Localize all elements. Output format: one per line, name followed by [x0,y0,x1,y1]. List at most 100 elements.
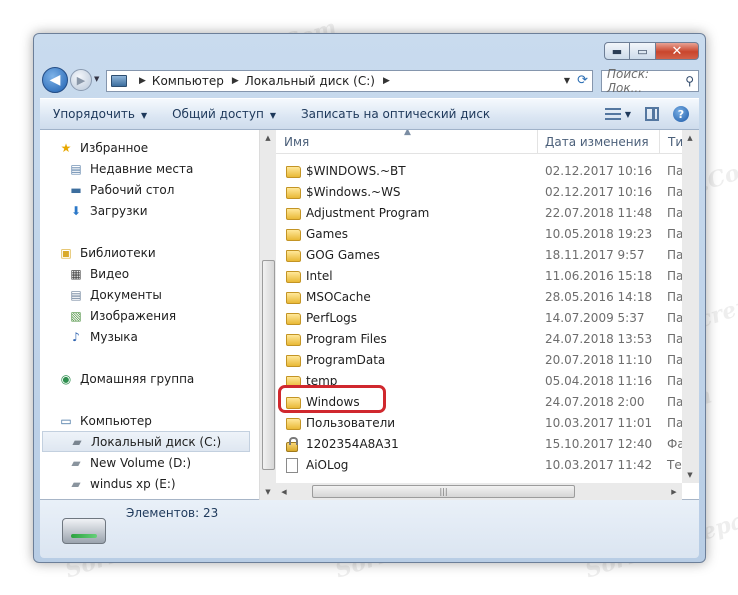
file-icon [286,458,298,473]
share-label: Общий доступ [172,107,264,121]
nav-item[interactable]: ▭ Компьютер [40,410,260,431]
nav-item[interactable]: ▤ Документы [40,284,260,305]
details-pane: Элементов: 23 [40,500,699,558]
search-icon[interactable]: ⚲ [685,74,694,88]
view-dropdown-icon[interactable]: ▼ [625,110,631,119]
nav-item-label: Домашняя группа [80,371,195,386]
address-bar[interactable]: ▶ Компьютер ▶ Локальный диск (C:) ▶ ▼ ⟳ [106,70,593,92]
maximize-icon: ▭ [637,44,648,58]
file-row[interactable]: Пользователи 10.03.2017 11:01 Па [276,413,699,434]
scroll-left-icon[interactable]: ◀ [276,484,292,500]
nav-item-label: Рабочий стол [90,182,175,197]
file-name: Пользователи [306,416,396,430]
nav-item[interactable]: ⬇ Загрузки [40,200,260,221]
close-button[interactable]: ✕ [656,42,699,60]
nav-item[interactable]: ★ Избранное [40,137,260,158]
file-row[interactable]: 1202354A8A31 15.10.2017 12:40 Фа [276,434,699,455]
file-row[interactable]: Intel 11.06.2016 15:18 Па [276,266,699,287]
column-header-date[interactable]: Дата изменения [537,130,659,154]
file-row[interactable]: GOG Games 18.11.2017 9:57 Па [276,245,699,266]
nav-item[interactable]: ▦ Видео [40,263,260,284]
file-row[interactable]: Games 10.05.2018 19:23 Па [276,224,699,245]
nav-item[interactable]: ▤ Недавние места [40,158,260,179]
scroll-up-icon[interactable]: ▲ [260,130,276,146]
lock-icon [286,437,298,452]
search-input[interactable]: Поиск: Лок... ⚲ [601,67,699,95]
nav-item[interactable]: ◉ Домашняя группа [40,368,260,389]
file-list-vertical-scrollbar[interactable]: ▲ ▼ [682,130,699,483]
file-row[interactable]: AiOLog 10.03.2017 11:42 Те [276,455,699,476]
scroll-down-icon[interactable]: ▼ [682,467,698,483]
nav-item[interactable]: ▧ Изображения [40,305,260,326]
file-row[interactable]: $WINDOWS.~BT 02.12.2017 10:16 Па [276,161,699,182]
help-icon[interactable]: ? [673,106,689,122]
file-row[interactable]: ProgramData 20.07.2018 11:10 Па [276,350,699,371]
nav-item[interactable]: ▰ New Volume (D:) [40,452,260,473]
file-date: 10.03.2017 11:01 [545,416,653,430]
file-date: 18.11.2017 9:57 [545,248,645,262]
file-row[interactable]: MSOCache 28.05.2016 14:18 Па [276,287,699,308]
drive-icon: ▰ [71,476,81,491]
file-type: Па [667,269,684,283]
chevron-right-icon[interactable]: ▶ [383,76,390,86]
file-list-horizontal-scrollbar[interactable]: ◀ ||| ▶ [276,483,682,500]
folder-icon [286,229,301,241]
refresh-icon[interactable]: ⟳ [577,73,588,88]
minimize-button[interactable]: ▬ [604,42,630,60]
preview-pane-icon[interactable] [645,107,659,121]
breadcrumb-local-disk[interactable]: Локальный диск (C:) [245,74,375,88]
file-type: Па [667,290,684,304]
nav-item-label: Музыка [90,329,138,344]
organize-button[interactable]: Упорядочить ▼ [40,107,159,121]
file-name: GOG Games [306,248,380,262]
column-type-label: Ти [668,135,684,149]
chevron-right-icon[interactable]: ▶ [232,76,239,86]
folder-icon [286,334,301,346]
nav-item[interactable]: ♪ Музыка [40,326,260,347]
folder-icon [286,187,301,199]
search-placeholder: Поиск: Лок... [607,67,650,95]
file-list: ▲ Имя Дата изменения Ти $WINDOWS.~BT 02.1… [276,130,699,500]
maximize-button[interactable]: ▭ [630,42,656,60]
nav-item[interactable]: ▰ windus xp (E:) [40,473,260,494]
file-date: 24.07.2018 13:53 [545,332,653,346]
file-row[interactable]: PerfLogs 14.07.2009 5:37 Па [276,308,699,329]
share-button[interactable]: Общий доступ ▼ [159,107,288,121]
scroll-up-icon[interactable]: ▲ [682,130,698,146]
back-button[interactable]: ◀ [42,67,68,93]
file-row[interactable]: Program Files 24.07.2018 13:53 Па [276,329,699,350]
column-header-name[interactable]: Имя [284,130,537,154]
chevron-right-icon[interactable]: ▶ [139,76,146,86]
breadcrumb-computer[interactable]: Компьютер [152,74,224,88]
navigation-scrollbar[interactable]: ▲ ▼ [259,130,276,500]
nav-item[interactable]: ▣ Библиотеки [40,242,260,263]
file-date: 11.06.2016 15:18 [545,269,653,283]
nav-item[interactable]: ▬ Рабочий стол [40,179,260,200]
scroll-right-icon[interactable]: ▶ [666,484,682,500]
computer-icon: ▭ [60,413,72,428]
back-arrow-icon: ◀ [49,72,61,88]
file-row[interactable]: Adjustment Program 22.07.2018 11:48 Па [276,203,699,224]
system-drive-icon: ▰ [72,434,82,449]
scroll-down-icon[interactable]: ▼ [260,484,276,500]
burn-label: Записать на оптический диск [300,107,491,121]
change-view-icon[interactable] [604,108,621,120]
file-name: $Windows.~WS [306,185,401,199]
file-row[interactable]: $Windows.~WS 02.12.2017 10:16 Па [276,182,699,203]
drive-icon: ▰ [71,455,81,470]
file-date: 10.03.2017 11:42 [545,458,653,472]
burn-button[interactable]: Записать на оптический диск [288,107,502,121]
recent-pages-dropdown[interactable]: ▼ [94,75,99,83]
horizontal-scrollbar-thumb[interactable]: ||| [312,485,575,498]
file-date: 20.07.2018 11:10 [545,353,653,367]
nav-item-label: Локальный диск (C:) [91,434,222,449]
forward-button[interactable]: ▶ [70,69,92,91]
downloads-icon: ⬇ [70,203,82,218]
column-date-label: Дата изменения [545,135,649,149]
file-name: 1202354A8A31 [306,437,399,451]
address-dropdown-icon[interactable]: ▼ [564,76,570,85]
file-name: AiOLog [306,458,349,472]
scrollbar-thumb[interactable] [262,260,275,470]
navigation-pane: ★ Избранное ▤ Недавние места ▬ Рабочий стол ⬇ З… [40,130,260,500]
nav-item[interactable]: ▰ Локальный диск (C:) [42,431,250,452]
